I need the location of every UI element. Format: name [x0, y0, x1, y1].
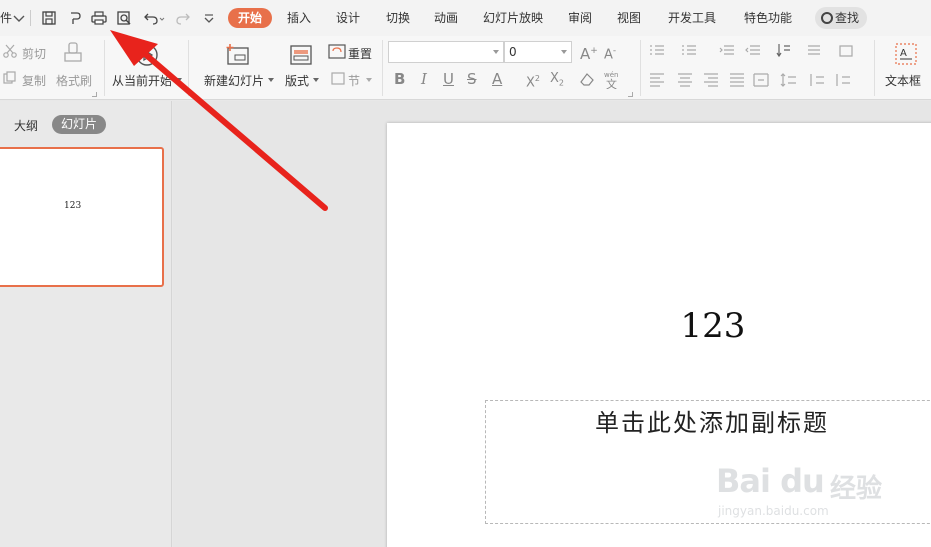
chevron-down-icon[interactable] — [313, 78, 319, 82]
underline-icon[interactable]: U — [443, 70, 454, 88]
subscript-icon[interactable]: X2 — [550, 70, 564, 93]
copy-button[interactable]: 复制 — [22, 72, 46, 89]
watermark-logo: Bai du — [716, 462, 825, 500]
tab-design[interactable]: 设计 — [336, 8, 360, 28]
strikethrough-icon[interactable]: S — [467, 70, 477, 88]
chevron-down-icon[interactable] — [268, 78, 274, 82]
paragraph-tools[interactable] — [648, 42, 868, 94]
tab-insert[interactable]: 插入 — [287, 8, 311, 28]
font-family-select[interactable] — [388, 41, 504, 63]
divider — [382, 40, 383, 96]
slide-navigator-panel: 大纲 幻灯片 123 — [0, 101, 172, 547]
format-painter-icon[interactable] — [62, 41, 84, 71]
search-icon — [821, 12, 833, 24]
cut-button[interactable]: 剪切 — [22, 45, 46, 62]
tab-outline[interactable]: 大纲 — [14, 117, 38, 134]
reset-icon[interactable] — [328, 44, 346, 64]
customize-toolbar-icon[interactable] — [200, 9, 218, 27]
print-preview-icon[interactable] — [115, 9, 133, 27]
cut-icon[interactable] — [2, 43, 18, 63]
chevron-down-icon[interactable] — [366, 78, 372, 82]
section-button[interactable]: 节 — [348, 72, 360, 89]
new-slide-button[interactable]: 新建幻灯片 — [204, 72, 264, 89]
format-painter-button[interactable]: 格式刷 — [56, 72, 92, 89]
increase-font-icon[interactable]: A+ — [580, 42, 598, 63]
font-size-select[interactable]: 0 — [504, 41, 572, 63]
divider — [104, 40, 105, 96]
watermark-cn: 经验 — [830, 474, 883, 504]
thumbnail-title-text: 123 — [64, 201, 82, 211]
chevron-down-icon[interactable] — [10, 9, 28, 27]
bold-icon[interactable]: B — [394, 70, 405, 88]
divider — [874, 40, 875, 96]
decrease-font-icon[interactable]: A- — [604, 42, 616, 64]
section-icon[interactable] — [330, 70, 346, 90]
tab-slideshow[interactable]: 幻灯片放映 — [483, 8, 543, 28]
svg-text:文: 文 — [606, 77, 617, 89]
tab-home[interactable]: 开始 — [228, 8, 273, 28]
undo-dropdown-icon[interactable] — [157, 9, 167, 27]
divider — [188, 40, 189, 96]
tab-animations[interactable]: 动画 — [434, 8, 458, 28]
divider — [640, 40, 641, 96]
tab-review[interactable]: 审阅 — [568, 8, 592, 28]
tab-developer[interactable]: 开发工具 — [668, 8, 716, 28]
textbox-icon[interactable]: A — [894, 42, 918, 70]
print-icon[interactable] — [90, 9, 108, 27]
watermark: Bai du 经验 jingyan.baidu.com — [712, 440, 892, 524]
search-button[interactable]: 查找 — [815, 7, 867, 29]
export-icon[interactable] — [66, 9, 84, 27]
reset-button[interactable]: 重置 — [348, 45, 372, 62]
divider — [30, 10, 31, 26]
search-label: 查找 — [835, 11, 860, 25]
watermark-url: jingyan.baidu.com — [718, 504, 829, 518]
copy-icon[interactable] — [2, 70, 18, 90]
font-color-icon[interactable]: A — [492, 70, 502, 88]
clipboard-group-launcher[interactable] — [92, 92, 97, 97]
italic-icon[interactable]: I — [421, 70, 427, 88]
svg-text:A: A — [900, 48, 907, 59]
slide-thumbnail[interactable]: 123 — [0, 147, 164, 287]
tab-view[interactable]: 视图 — [617, 8, 641, 28]
layout-icon[interactable] — [289, 43, 313, 71]
tab-special-features[interactable]: 特色功能 — [744, 8, 792, 28]
font-size-value: 0 — [509, 45, 517, 59]
textbox-button[interactable]: 文本框 — [885, 72, 921, 89]
save-icon[interactable] — [40, 9, 58, 27]
chevron-down-icon[interactable] — [176, 78, 182, 82]
subtitle-placeholder-text: 单击此处添加副标题 — [595, 409, 829, 437]
superscript-icon[interactable]: X2 — [526, 70, 540, 92]
play-from-current-button[interactable]: 从当前开始 — [112, 72, 172, 89]
play-from-current-icon[interactable] — [134, 42, 160, 72]
font-group-launcher[interactable] — [628, 92, 633, 97]
clear-format-icon[interactable] — [578, 71, 596, 91]
redo-icon[interactable] — [174, 9, 192, 27]
new-slide-icon[interactable] — [224, 42, 252, 72]
tab-slides[interactable]: 幻灯片 — [52, 115, 107, 134]
pinyin-guide-icon[interactable]: wén 文 — [602, 69, 624, 93]
ribbon-tab-bar: 件 开始 插入 设计 切换 动画 幻灯片放映 审阅 视图 开发工具 特色功能 查… — [0, 0, 931, 36]
layout-button[interactable]: 版式 — [285, 72, 309, 89]
tab-transitions[interactable]: 切换 — [386, 8, 410, 28]
ribbon-toolbar: 剪切 复制 格式刷 从当前开始 新建幻灯片 版式 重置 节 0 A+ A- B … — [0, 36, 931, 100]
slide-title[interactable]: 123 — [387, 306, 931, 346]
